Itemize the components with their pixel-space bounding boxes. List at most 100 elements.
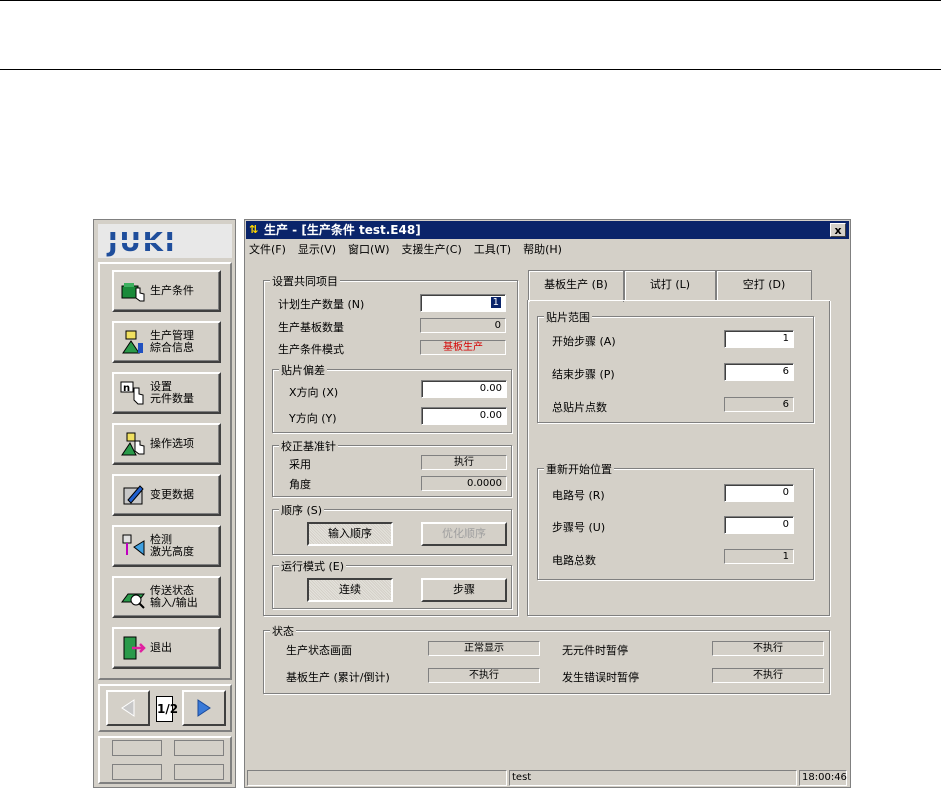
laser-height-check-button[interactable]: 检测 激光高度 (112, 525, 221, 567)
group-title: 重新开始位置 (544, 461, 614, 477)
exit-button[interactable]: 退出 (112, 627, 221, 669)
production-conditions-button[interactable]: 生产条件 (112, 270, 221, 312)
error-pause-label: 发生错误时暂停 (562, 671, 639, 684)
step-no-input[interactable]: 0 (724, 516, 794, 534)
offset-x-label: X方向 (X) (289, 386, 339, 399)
board-qty-value: 0 (420, 318, 506, 333)
step-mode-button[interactable]: 步骤 (421, 578, 507, 602)
pin-use-label: 采用 (289, 458, 311, 471)
sidebar: JUKI 生产条件 生产管理 綜合信息 n 设置 元件数量 操作选项 变更数据 检测… (93, 219, 236, 788)
group-title: 状态 (270, 623, 296, 639)
menu-bar: 文件(F) 显示(V) 窗口(W) 支援生产(C) 工具(T) 帮助(H) (249, 241, 562, 258)
close-button[interactable]: x (830, 223, 846, 237)
production-info-icon (122, 330, 143, 354)
tab-top-line (624, 300, 830, 301)
title-bar: ⇅ 生产 - [生产条件 test.E48] x (246, 221, 849, 239)
base-pin-group: 校正基准针 采用 执行 角度 0.0000 (272, 438, 512, 497)
sidebar-label: 退出 (150, 641, 172, 654)
plan-qty-label: 计划生产数量 (N) (278, 298, 365, 311)
start-step-input[interactable]: 1 (724, 330, 794, 348)
group-title: 校正基准针 (279, 438, 338, 454)
laser-height-icon (122, 534, 145, 557)
plan-qty-input[interactable]: 1 (420, 294, 506, 312)
page-indicator: 1/2 (156, 696, 178, 722)
footer-slot (112, 764, 162, 780)
sidebar-label: 输入/输出 (150, 596, 198, 609)
app-icon: ⇅ (249, 223, 259, 236)
set-parts-count-button[interactable]: n 设置 元件数量 (112, 372, 221, 414)
sidebar-label: 操作选项 (150, 437, 194, 450)
tab-dry-run[interactable]: 空打 (D) (716, 270, 812, 300)
transfer-status-button[interactable]: 传送状态 输入/输出 (112, 576, 221, 618)
no-part-pause-label: 无元件时暂停 (562, 644, 628, 657)
offset-y-input[interactable]: 0.00 (421, 407, 507, 425)
continuous-mode-button[interactable]: 连续 (307, 578, 393, 602)
window-title: 生产 - [生产条件 test.E48] (264, 223, 421, 237)
statusbar-file: test (509, 770, 797, 786)
page-navigation: 1/2 (98, 684, 232, 732)
group-title: 贴片范围 (544, 309, 592, 325)
end-step-input[interactable]: 6 (724, 363, 794, 381)
sidebar-label: 生产条件 (150, 284, 194, 297)
optimize-order-button[interactable]: 优化顺序 (421, 522, 507, 546)
order-group: 顺序 (S) 输入顺序 优化顺序 (272, 502, 512, 555)
offset-x-input[interactable]: 0.00 (421, 380, 507, 398)
group-title: 运行模式 (E) (279, 558, 347, 574)
menu-window[interactable]: 窗口(W) (348, 241, 389, 258)
statusbar-time: 18:00:46 (799, 770, 847, 786)
board-qty-label: 生产基板数量 (278, 321, 344, 334)
arrow-left-icon (121, 699, 135, 717)
production-info-button[interactable]: 生产管理 綜合信息 (112, 321, 221, 363)
mode-value: 基板生产 (420, 340, 506, 355)
prev-page-button[interactable] (106, 690, 150, 726)
operation-options-button[interactable]: 操作选项 (112, 423, 221, 465)
circuit-no-label: 电路号 (R) (552, 489, 605, 502)
menu-help[interactable]: 帮助(H) (523, 241, 562, 258)
transfer-status-icon (121, 593, 145, 609)
circuit-no-input[interactable]: 0 (724, 484, 794, 502)
menu-view[interactable]: 显示(V) (298, 241, 336, 258)
sidebar-label: 綜合信息 (150, 341, 194, 354)
sidebar-footer (98, 736, 232, 784)
offset-group: 贴片偏差 X方向 (X) 0.00 Y方向 (Y) 0.00 (272, 362, 512, 433)
header-rule (0, 69, 941, 70)
menu-support[interactable]: 支援生产(C) (402, 241, 462, 258)
total-points-value: 6 (724, 397, 794, 412)
arrow-right-icon (197, 699, 211, 717)
sidebar-menu: 生产条件 生产管理 綜合信息 n 设置 元件数量 操作选项 变更数据 检测 激光高度 … (98, 262, 232, 680)
operation-options-icon (121, 432, 145, 456)
circuit-total-label: 电路总数 (552, 554, 596, 567)
production-conditions-icon (121, 283, 145, 302)
status-screen-value: 正常显示 (428, 641, 540, 656)
menu-file[interactable]: 文件(F) (249, 241, 286, 258)
tab-trial[interactable]: 试打 (L) (624, 270, 716, 300)
sidebar-label: 元件数量 (150, 392, 194, 405)
restart-position-group: 重新开始位置 电路号 (R) 0 步骤号 (U) 0 电路总数 1 (537, 461, 814, 580)
group-title: 顺序 (S) (279, 502, 325, 518)
sidebar-label: 激光高度 (150, 545, 194, 558)
footer-slot (174, 740, 224, 756)
circuit-total-value: 1 (724, 549, 794, 564)
pin-angle-value: 0.0000 (421, 476, 507, 491)
plan-qty-value: 1 (490, 297, 501, 308)
statusbar-pane (247, 770, 507, 786)
sidebar-label: 变更数据 (150, 488, 194, 501)
offset-y-label: Y方向 (Y) (289, 412, 337, 425)
top-rule (0, 0, 941, 1)
exit-door-icon (123, 636, 146, 660)
status-group: 状态 生产状态画面 正常显示 无元件时暂停 不执行 基板生产 (累计/倒计) 不… (263, 623, 830, 694)
juki-logo: JUKI (98, 224, 232, 258)
pin-use-value: 执行 (421, 455, 507, 470)
tab-board-production[interactable]: 基板生产 (B) (528, 270, 624, 302)
production-window: ⇅ 生产 - [生产条件 test.E48] x 文件(F) 显示(V) 窗口(… (244, 219, 851, 788)
pin-angle-label: 角度 (289, 478, 311, 491)
footer-slot (174, 764, 224, 780)
input-order-button[interactable]: 输入顺序 (307, 522, 393, 546)
step-no-label: 步骤号 (U) (552, 521, 606, 534)
common-settings-group: 设置共同项目 计划生产数量 (N) 1 生产基板数量 0 生产条件模式 基板生产… (263, 273, 518, 616)
menu-tools[interactable]: 工具(T) (474, 241, 511, 258)
start-step-label: 开始步骤 (A) (552, 335, 616, 348)
change-data-button[interactable]: 变更数据 (112, 474, 221, 516)
footer-slot (112, 740, 162, 756)
next-page-button[interactable] (182, 690, 226, 726)
